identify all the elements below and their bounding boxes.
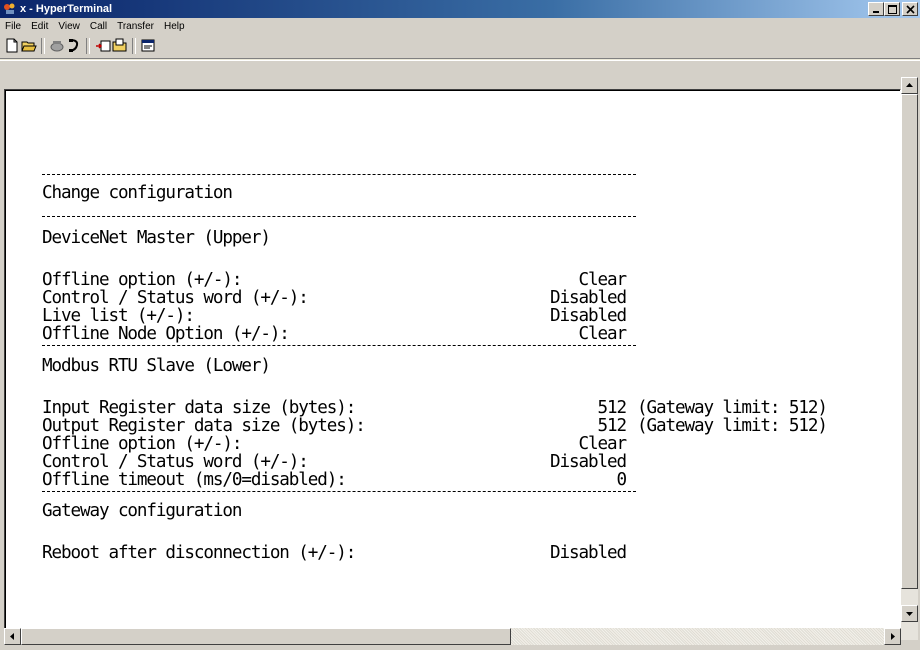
disconnect-phone-icon[interactable]: [49, 38, 65, 53]
menu-bar: File Edit View Call Transfer Help: [0, 18, 920, 34]
properties-icon[interactable]: [140, 38, 156, 53]
maximize-icon: [888, 5, 897, 14]
setting-label: Output Register data size (bytes):: [42, 415, 366, 437]
arrow-right-icon: [891, 633, 895, 640]
setting-value: Clear: [578, 434, 628, 454]
title-bar[interactable]: x - HyperTerminal: [0, 0, 920, 18]
send-file-icon[interactable]: [95, 38, 111, 53]
scroll-down-button[interactable]: [901, 605, 918, 622]
connect-phone-icon[interactable]: [66, 38, 82, 53]
setting-label: Offline option (+/-):: [42, 433, 242, 455]
receive-file-icon[interactable]: [112, 38, 128, 53]
setting-value: Disabled: [550, 543, 627, 563]
new-connection-icon[interactable]: [4, 38, 20, 53]
separator-line: [42, 174, 636, 175]
section-title: Gateway configuration: [42, 500, 242, 522]
menu-help[interactable]: Help: [159, 21, 190, 32]
toolbar-separator: [41, 38, 45, 54]
toolbar: [0, 34, 920, 59]
arrow-up-icon: [906, 83, 913, 87]
scroll-up-button[interactable]: [901, 77, 918, 94]
setting-value: 512: [597, 398, 628, 418]
section-title: Modbus RTU Slave (Lower): [42, 355, 271, 377]
menu-edit[interactable]: Edit: [26, 21, 53, 32]
setting-label: Reboot after disconnection (+/-):: [42, 542, 356, 564]
setting-value: Disabled: [550, 452, 627, 472]
setting-value: Clear: [578, 324, 628, 344]
hyperterminal-app-icon[interactable]: [3, 2, 17, 16]
minimize-button[interactable]: [868, 2, 884, 16]
arrow-left-icon: [10, 633, 14, 640]
close-button[interactable]: [902, 2, 918, 16]
setting-value: 0: [616, 470, 628, 490]
minimize-icon: [873, 11, 879, 13]
section-title: DeviceNet Master (Upper): [42, 227, 271, 249]
setting-value: Disabled: [550, 306, 627, 326]
setting-label: Offline Node Option (+/-):: [42, 323, 290, 345]
setting-label: Control / Status word (+/-):: [42, 451, 309, 473]
arrow-down-icon: [906, 612, 913, 616]
separator-line: [42, 216, 636, 217]
setting-value: 512: [597, 416, 628, 436]
setting-value: Disabled: [550, 288, 627, 308]
setting-label: Input Register data size (bytes):: [42, 397, 356, 419]
setting-label: Offline timeout (ms/0=disabled):: [42, 469, 347, 491]
close-icon: [906, 5, 915, 14]
vertical-scrollbar[interactable]: [901, 77, 918, 640]
menu-call[interactable]: Call: [85, 21, 112, 32]
toolbar-separator: [86, 38, 90, 54]
setting-label: Offline option (+/-):: [42, 269, 242, 291]
terminal-frame: Change configuration DeviceNet Master (U…: [0, 60, 920, 650]
toolbar-separator: [132, 38, 136, 54]
setting-value: Clear: [578, 270, 628, 290]
menu-view[interactable]: View: [53, 21, 85, 32]
terminal-screen[interactable]: Change configuration DeviceNet Master (U…: [5, 90, 900, 641]
maximize-button[interactable]: [884, 2, 900, 16]
separator-line: [42, 491, 636, 492]
scroll-left-button[interactable]: [4, 628, 21, 645]
terminal-window[interactable]: Change configuration DeviceNet Master (U…: [4, 89, 901, 642]
horizontal-scrollbar[interactable]: [4, 628, 901, 645]
vertical-scroll-thumb[interactable]: [901, 94, 918, 589]
menu-file[interactable]: File: [0, 21, 26, 32]
open-icon[interactable]: [21, 38, 37, 53]
setting-limit-note: (Gateway limit: 512): [637, 416, 828, 436]
setting-limit-note: (Gateway limit: 512): [637, 398, 828, 418]
menu-transfer[interactable]: Transfer: [112, 21, 159, 32]
horizontal-scroll-thumb[interactable]: [21, 628, 511, 645]
setting-label: Control / Status word (+/-):: [42, 287, 309, 309]
separator-line: [42, 345, 636, 346]
config-heading: Change configuration: [42, 182, 233, 204]
window-title: x - HyperTerminal: [20, 3, 113, 15]
scroll-right-button[interactable]: [884, 628, 901, 645]
setting-label: Live list (+/-):: [42, 305, 195, 327]
